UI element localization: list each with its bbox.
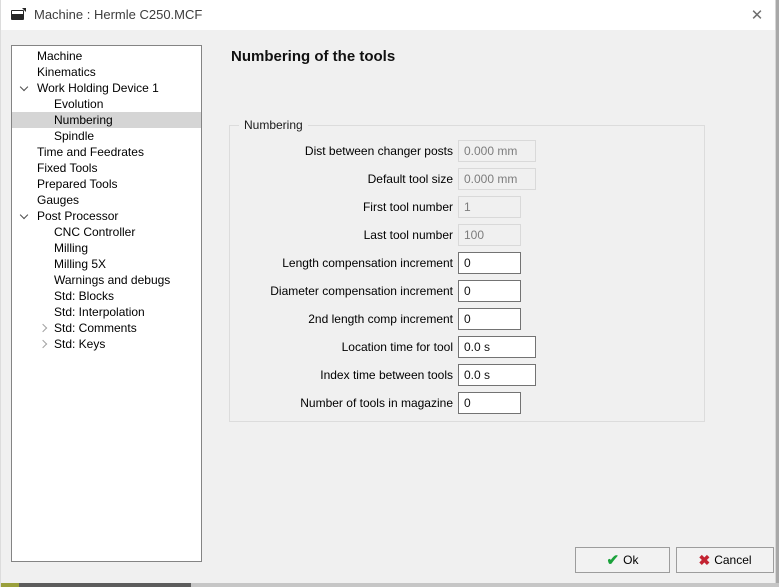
field-input[interactable] <box>458 280 521 302</box>
tree-item[interactable]: Std: Interpolation <box>12 304 201 320</box>
tree-item-label: Std: Interpolation <box>54 304 145 320</box>
window-title: Machine : Hermle C250.MCF <box>34 7 202 22</box>
tree-item-label: Milling <box>54 240 88 256</box>
check-icon: ✔ <box>607 553 620 568</box>
numbering-fields: Dist between changer posts Default tool … <box>230 140 704 420</box>
ok-button-label: Ok <box>623 553 638 567</box>
field-row: Dist between changer posts <box>230 140 704 162</box>
tree-item[interactable]: Post Processor <box>12 208 201 224</box>
field-input[interactable] <box>458 392 521 414</box>
tree-item[interactable]: Spindle <box>12 128 201 144</box>
tree-item[interactable]: Gauges <box>12 192 201 208</box>
field-label: Index time between tools <box>230 368 458 382</box>
tree-item-label: Std: Comments <box>54 320 137 336</box>
desktop-edge <box>1 583 779 587</box>
window-right-border <box>775 0 779 587</box>
tree-item[interactable]: Work Holding Device 1 <box>12 80 201 96</box>
app-icon <box>11 8 26 22</box>
field-row: Diameter compensation increment <box>230 280 704 302</box>
tree-item[interactable]: CNC Controller <box>12 224 201 240</box>
field-input[interactable] <box>458 252 521 274</box>
field-row: Length compensation increment <box>230 252 704 274</box>
chevron-icon[interactable] <box>20 211 28 219</box>
field-label: Diameter compensation increment <box>230 284 458 298</box>
desktop-edge-olive <box>1 583 19 587</box>
field-row: 2nd length comp increment <box>230 308 704 330</box>
tree-item[interactable]: Std: Keys <box>12 336 201 352</box>
field-label: Location time for tool <box>230 340 458 354</box>
tree-item[interactable]: Std: Comments <box>12 320 201 336</box>
x-icon: ✖ <box>698 553 710 567</box>
tree-item-label: Evolution <box>54 96 103 112</box>
machine-settings-tree: Machine Kinematics Work Holding Device 1… <box>11 45 202 562</box>
tree-item[interactable]: Kinematics <box>12 64 201 80</box>
tree-item[interactable]: Machine <box>12 48 201 64</box>
chevron-icon[interactable] <box>39 340 47 348</box>
groupbox-title: Numbering <box>239 118 308 132</box>
tree-item[interactable]: Milling 5X <box>12 256 201 272</box>
cancel-button-label: Cancel <box>714 553 751 567</box>
tree-item[interactable]: Std: Blocks <box>12 288 201 304</box>
field-label: 2nd length comp increment <box>230 312 458 326</box>
field-row: Number of tools in magazine <box>230 392 704 414</box>
tree-item-label: Post Processor <box>37 208 118 224</box>
field-row: Default tool size <box>230 168 704 190</box>
field-input[interactable] <box>458 224 521 246</box>
tree-item-label: Warnings and debugs <box>54 272 170 288</box>
tree-item[interactable]: Numbering <box>12 112 201 128</box>
chevron-icon[interactable] <box>20 83 28 91</box>
chevron-icon[interactable] <box>39 324 47 332</box>
tree-item[interactable]: Prepared Tools <box>12 176 201 192</box>
tree-item-label: Std: Keys <box>54 336 105 352</box>
tree-item-label: Milling 5X <box>54 256 106 272</box>
field-row: Last tool number <box>230 224 704 246</box>
tree-item-label: Gauges <box>37 192 79 208</box>
field-label: Default tool size <box>230 172 458 186</box>
tree-item-label: Prepared Tools <box>37 176 118 192</box>
field-label: Number of tools in magazine <box>230 396 458 410</box>
field-row: First tool number <box>230 196 704 218</box>
tree-item-label: Kinematics <box>37 64 96 80</box>
tree-item[interactable]: Milling <box>12 240 201 256</box>
field-row: Index time between tools <box>230 364 704 386</box>
field-row: Location time for tool <box>230 336 704 358</box>
page-title: Numbering of the tools <box>231 48 395 65</box>
tree-item[interactable]: Time and Feedrates <box>12 144 201 160</box>
title-bar[interactable]: Machine : Hermle C250.MCF ✕ <box>1 0 779 30</box>
tree-item-label: Std: Blocks <box>54 288 114 304</box>
field-input[interactable] <box>458 364 536 386</box>
tree-item[interactable]: Fixed Tools <box>12 160 201 176</box>
tree-item-label: Machine <box>37 48 82 64</box>
field-input[interactable] <box>458 196 521 218</box>
tree-item-label: Work Holding Device 1 <box>37 80 159 96</box>
tree-item-label: Fixed Tools <box>37 160 97 176</box>
desktop-edge-dark <box>19 583 191 587</box>
cancel-button[interactable]: ✖ Cancel <box>676 547 774 573</box>
tree-item[interactable]: Evolution <box>12 96 201 112</box>
field-label: Dist between changer posts <box>230 144 458 158</box>
tree-item-label: CNC Controller <box>54 224 135 240</box>
field-input[interactable] <box>458 140 536 162</box>
field-input[interactable] <box>458 168 536 190</box>
tree-item[interactable]: Warnings and debugs <box>12 272 201 288</box>
field-label: First tool number <box>230 200 458 214</box>
field-label: Length compensation increment <box>230 256 458 270</box>
field-input[interactable] <box>458 336 536 358</box>
tree-item-label: Spindle <box>54 128 94 144</box>
field-label: Last tool number <box>230 228 458 242</box>
tree-item-label: Numbering <box>54 112 113 128</box>
close-icon[interactable]: ✕ <box>743 4 771 26</box>
dialog-window: Machine : Hermle C250.MCF ✕ Machine Kine… <box>0 0 779 587</box>
tree-item-label: Time and Feedrates <box>37 144 144 160</box>
field-input[interactable] <box>458 308 521 330</box>
ok-button[interactable]: ✔ Ok <box>575 547 670 573</box>
numbering-groupbox: Numbering Dist between changer posts Def… <box>229 125 705 422</box>
